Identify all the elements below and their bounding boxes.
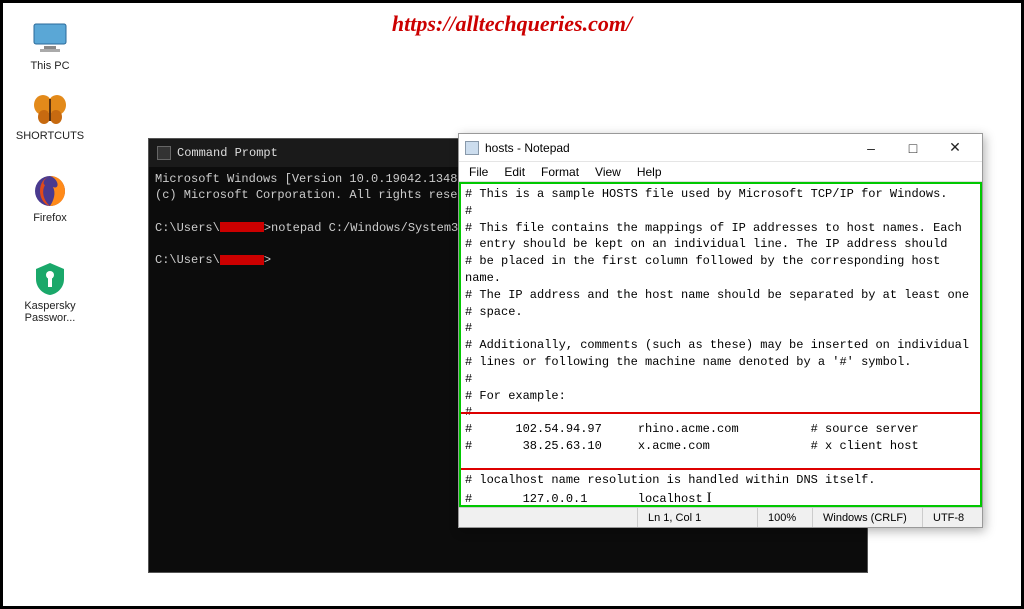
header-url: https://alltechqueries.com/ — [392, 11, 632, 37]
cmd-line: Microsoft Windows [Version 10.0.19042.13… — [155, 172, 465, 186]
desktop-label: SHORTCUTS — [16, 130, 84, 142]
cmd-line: (c) Microsoft Corporation. All rights re… — [155, 188, 493, 202]
cmd-args: > — [264, 253, 271, 267]
desktop-label: Kaspersky Passwor... — [24, 300, 75, 324]
text-cursor-icon: I — [707, 488, 712, 507]
status-line-col: Ln 1, Col 1 — [637, 508, 757, 527]
cmd-icon — [157, 146, 171, 160]
notepad-titlebar[interactable]: hosts - Notepad – □ ✕ — [459, 134, 982, 162]
desktop-icon-kaspersky[interactable]: Kaspersky Passwor... — [15, 261, 85, 324]
maximize-button[interactable]: □ — [892, 135, 934, 161]
status-zoom: 100% — [757, 508, 812, 527]
menu-format[interactable]: Format — [535, 164, 585, 180]
menu-view[interactable]: View — [589, 164, 627, 180]
monitor-icon — [30, 21, 70, 57]
status-eol: Windows (CRLF) — [812, 508, 922, 527]
desktop-icon-this-pc[interactable]: This PC — [15, 21, 85, 72]
cmd-prompt: C:\Users\ — [155, 253, 220, 267]
butterfly-icon — [30, 91, 70, 127]
menu-edit[interactable]: Edit — [498, 164, 531, 180]
close-button[interactable]: ✕ — [934, 135, 976, 161]
redacted-username — [220, 255, 264, 265]
cmd-title: Command Prompt — [177, 146, 278, 160]
desktop-label: Firefox — [33, 212, 67, 224]
hosts-localhost: # localhost name resolution is handled w… — [465, 473, 875, 507]
desktop-icon-firefox[interactable]: Firefox — [15, 173, 85, 224]
menu-file[interactable]: File — [463, 164, 494, 180]
cmd-prompt: C:\Users\ — [155, 221, 220, 235]
status-encoding: UTF-8 — [922, 508, 982, 527]
notepad-statusbar: Ln 1, Col 1 100% Windows (CRLF) UTF-8 — [459, 507, 982, 527]
minimize-button[interactable]: – — [850, 135, 892, 161]
notepad-title: hosts - Notepad — [485, 141, 570, 155]
notepad-window: hosts - Notepad – □ ✕ File Edit Format V… — [458, 133, 983, 528]
notepad-icon — [465, 141, 479, 155]
hosts-text: # This is a sample HOSTS file used by Mi… — [465, 187, 969, 453]
desktop-icon-shortcuts[interactable]: SHORTCUTS — [15, 91, 85, 142]
notepad-editor[interactable]: # This is a sample HOSTS file used by Mi… — [459, 182, 982, 507]
desktop-label: This PC — [30, 60, 69, 72]
firefox-icon — [30, 173, 70, 209]
redacted-username — [220, 222, 264, 232]
menu-help[interactable]: Help — [631, 164, 668, 180]
key-icon — [30, 261, 70, 297]
notepad-menubar: File Edit Format View Help — [459, 162, 982, 182]
